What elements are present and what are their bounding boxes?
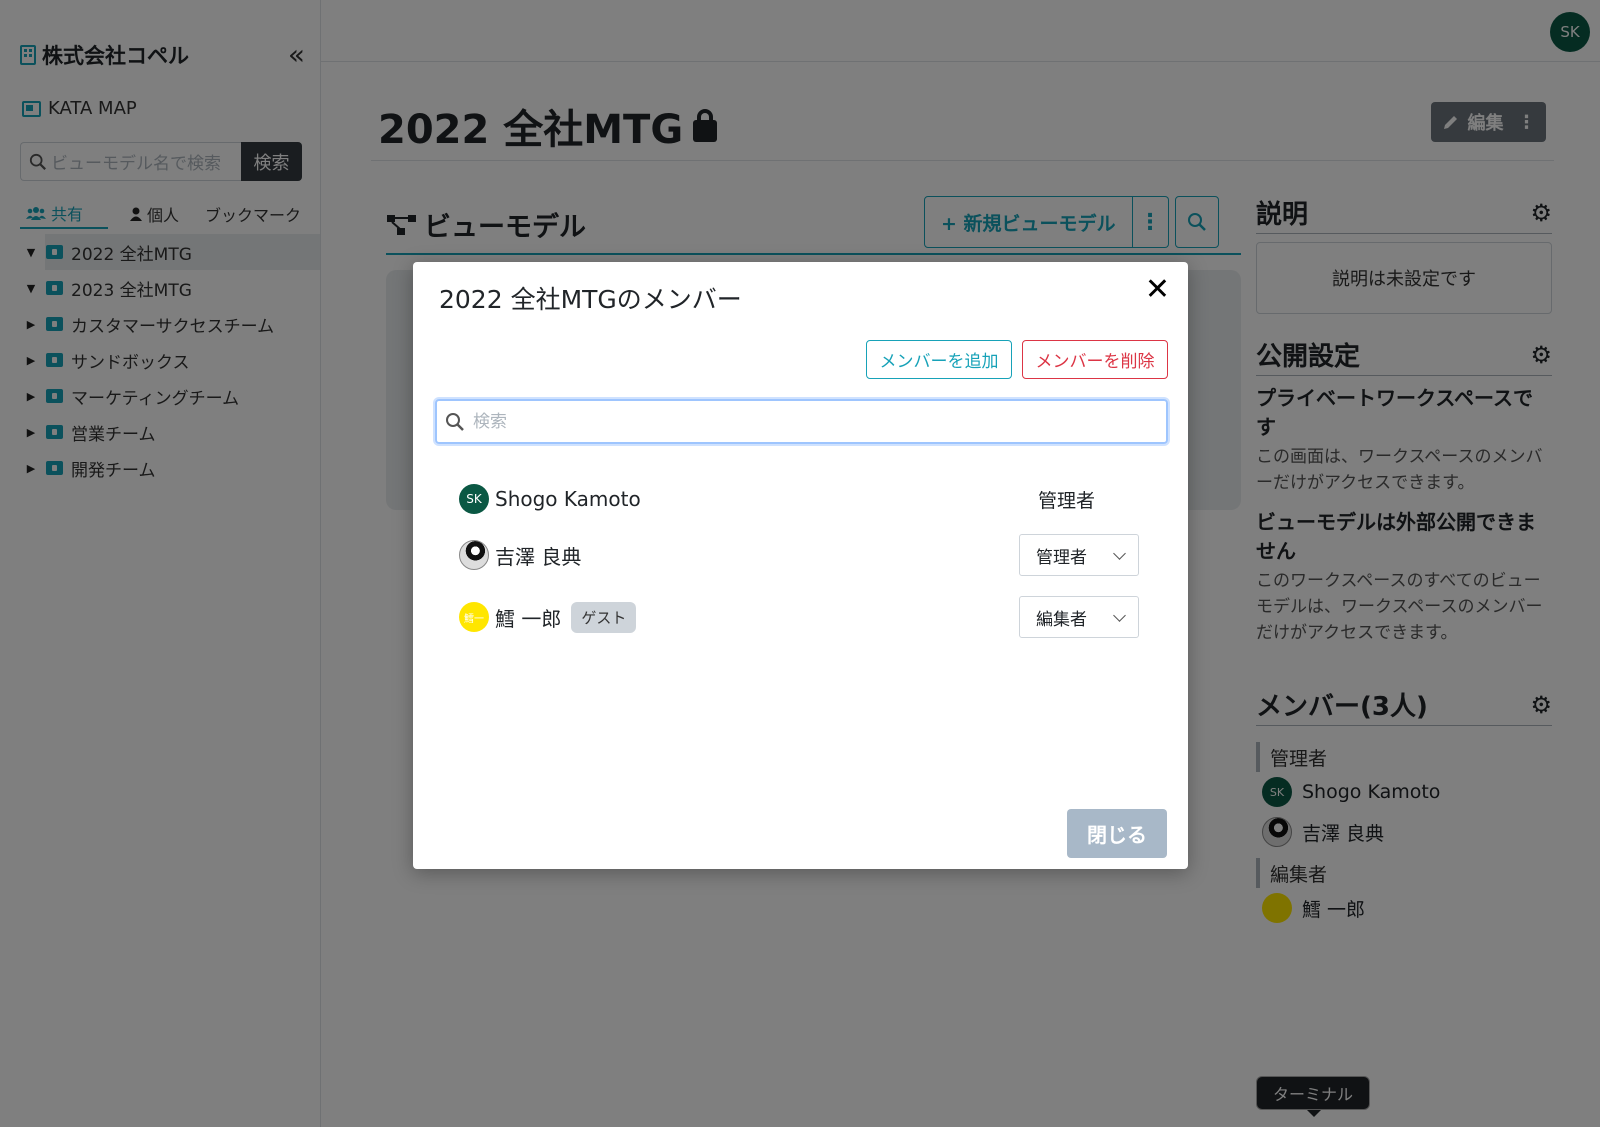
- search-icon: [446, 412, 464, 431]
- member-search: [435, 399, 1168, 444]
- close-button[interactable]: 閉じる: [1067, 809, 1167, 858]
- member-row: 鱈一 鱈 一郎 ゲスト 編集者: [459, 596, 1139, 638]
- member-name: Shogo Kamoto: [495, 487, 641, 511]
- role-select[interactable]: 編集者: [1019, 596, 1139, 638]
- member-row: SK Shogo Kamoto 管理者: [459, 479, 1139, 519]
- guest-badge: ゲスト: [571, 601, 637, 633]
- member-name: 吉澤 良典: [495, 544, 582, 569]
- member-role: 管理者: [1037, 489, 1095, 512]
- members-modal: 2022 全社MTGのメンバー ✕ メンバーを追加 メンバーを削除 SK Sho…: [413, 262, 1188, 869]
- modal-title: 2022 全社MTGのメンバー: [439, 285, 742, 314]
- role-select-value: 管理者: [1036, 547, 1087, 568]
- remove-member-button[interactable]: メンバーを削除: [1022, 340, 1168, 379]
- role-select-value: 編集者: [1036, 609, 1087, 630]
- role-select[interactable]: 管理者: [1019, 534, 1139, 576]
- add-member-button[interactable]: メンバーを追加: [866, 340, 1012, 379]
- member-row: 吉澤 良典 管理者: [459, 534, 1139, 576]
- avatar: [459, 540, 489, 570]
- chevron-down-icon: [1113, 608, 1126, 622]
- member-search-input[interactable]: [473, 411, 1123, 432]
- avatar: SK: [459, 484, 489, 514]
- chevron-down-icon: [1113, 546, 1126, 560]
- avatar: 鱈一: [459, 602, 489, 632]
- close-icon[interactable]: ✕: [1145, 272, 1170, 307]
- member-name: 鱈 一郎: [495, 606, 562, 631]
